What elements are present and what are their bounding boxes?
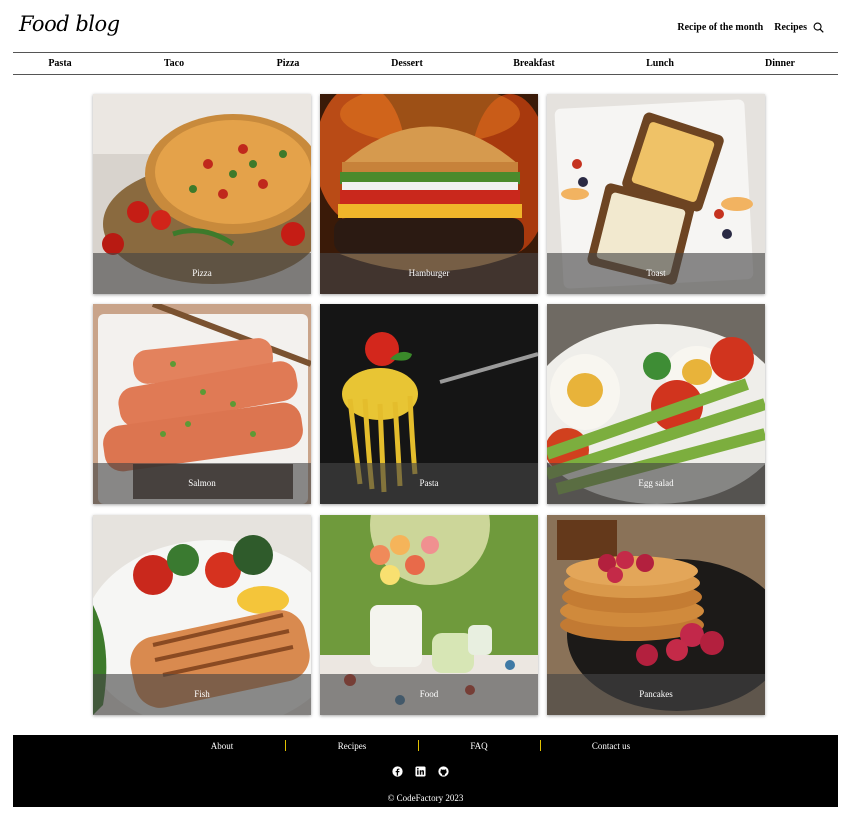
recipe-card-fish[interactable]: Fish — [93, 515, 311, 715]
footer-link-faq[interactable]: FAQ — [470, 741, 487, 751]
header-links: Recipe of the month Recipes — [666, 22, 824, 33]
site-footer: About Recipes FAQ Contact us © CodeFacto… — [13, 735, 838, 807]
site-header: Food blog Recipe of the month Recipes — [13, 0, 838, 53]
category-lunch[interactable]: Lunch — [646, 58, 674, 69]
category-nav: Pasta Taco Pizza Dessert Breakfast Lunch… — [13, 53, 838, 75]
footer-separator — [285, 740, 286, 751]
recipe-card-food[interactable]: Food — [320, 515, 538, 715]
recipe-card-pancakes[interactable]: Pancakes — [547, 515, 765, 715]
recipe-card-label: Salmon — [93, 463, 311, 504]
copyright-text: © CodeFactory 2023 — [387, 793, 464, 803]
category-pasta[interactable]: Pasta — [48, 58, 71, 69]
footer-link-recipes[interactable]: Recipes — [338, 741, 367, 751]
recipe-card-label: Toast — [547, 253, 765, 294]
recipe-card-label: Egg salad — [547, 463, 765, 504]
recipe-card-label: Pizza — [93, 253, 311, 294]
footer-link-about[interactable]: About — [211, 741, 234, 751]
footer-separator — [418, 740, 419, 751]
recipe-card-egg-salad[interactable]: Egg salad — [547, 304, 765, 504]
recipe-card-label: Hamburger — [320, 253, 538, 294]
recipe-card-label: Pasta — [320, 463, 538, 504]
category-taco[interactable]: Taco — [164, 58, 184, 69]
footer-separator — [540, 740, 541, 751]
recipe-card-label: Fish — [93, 674, 311, 715]
linkedin-icon[interactable] — [415, 766, 426, 777]
footer-link-contact[interactable]: Contact us — [592, 741, 630, 751]
recipe-card-hamburger[interactable]: Hamburger — [320, 94, 538, 294]
category-dinner[interactable]: Dinner — [765, 58, 795, 69]
search-icon[interactable] — [813, 22, 824, 33]
recipe-card-label: Pancakes — [547, 674, 765, 715]
recipe-of-month-link[interactable]: Recipe of the month — [677, 22, 763, 33]
recipe-card-pizza[interactable]: Pizza — [93, 94, 311, 294]
recipe-card-toast[interactable]: Toast — [547, 94, 765, 294]
category-breakfast[interactable]: Breakfast — [513, 58, 554, 69]
recipe-card-label: Food — [320, 674, 538, 715]
facebook-icon[interactable] — [392, 766, 403, 777]
github-icon[interactable] — [438, 766, 449, 777]
recipes-link[interactable]: Recipes — [774, 22, 807, 33]
category-dessert[interactable]: Dessert — [391, 58, 423, 69]
site-logo[interactable]: Food blog — [19, 12, 120, 36]
category-pizza[interactable]: Pizza — [277, 58, 300, 69]
recipe-card-pasta[interactable]: Pasta — [320, 304, 538, 504]
recipe-card-salmon[interactable]: Salmon — [93, 304, 311, 504]
